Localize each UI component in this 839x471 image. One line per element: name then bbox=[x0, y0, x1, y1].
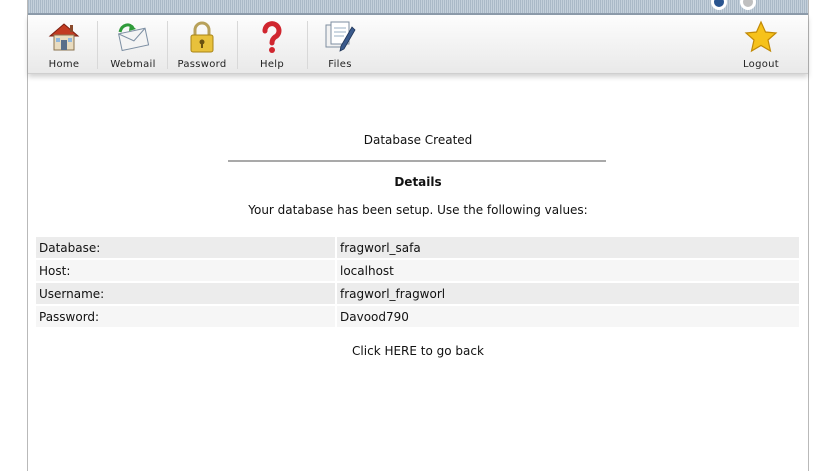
toolbar-webmail[interactable]: Webmail bbox=[102, 15, 164, 73]
toolbar-separator bbox=[237, 21, 238, 69]
status-dot-icon bbox=[740, 0, 756, 10]
row-key: Username: bbox=[36, 283, 337, 304]
page-title: Database Created bbox=[363, 133, 473, 147]
table-row: Host: localhost bbox=[36, 260, 799, 281]
row-key: Host: bbox=[36, 260, 337, 281]
database-values-table: Database: fragworl_safa Host: localhost … bbox=[36, 235, 799, 329]
toolbar-home-label: Home bbox=[48, 59, 80, 70]
toolbar-separator bbox=[167, 21, 168, 69]
intro-text: Your database has been setup. Use the fo… bbox=[248, 203, 588, 217]
table-row: Database: fragworl_safa bbox=[36, 237, 799, 258]
webmail-icon bbox=[118, 23, 150, 52]
toolbar-password[interactable]: Password bbox=[171, 15, 233, 73]
table-row: Username: fragworl_fragworl bbox=[36, 283, 799, 304]
home-icon bbox=[48, 23, 80, 51]
toolbar-separator bbox=[97, 21, 98, 69]
row-value: localhost bbox=[337, 260, 799, 281]
row-value: Davood790 bbox=[337, 306, 799, 327]
back-link-container: Click HERE to go back bbox=[28, 344, 808, 358]
toolbar-files-label: Files bbox=[328, 59, 352, 70]
padlock-icon bbox=[190, 21, 214, 53]
details-heading: Details bbox=[394, 175, 442, 189]
back-link[interactable]: Click HERE to go back bbox=[352, 344, 484, 358]
toolbar-help[interactable]: Help bbox=[241, 15, 303, 73]
question-mark-icon bbox=[262, 21, 282, 53]
row-key: Password: bbox=[36, 306, 337, 327]
table-row: Password: Davood790 bbox=[36, 306, 799, 327]
toolbar-home[interactable]: Home bbox=[33, 15, 95, 73]
toolbar-separator bbox=[307, 21, 308, 69]
row-key: Database: bbox=[36, 237, 337, 258]
files-icon bbox=[325, 21, 356, 52]
toolbar-help-label: Help bbox=[260, 59, 284, 70]
status-dot-icon bbox=[710, 0, 727, 10]
toolbar-logout-label: Logout bbox=[742, 59, 780, 70]
top-strip bbox=[28, 0, 808, 15]
toolbar-webmail-label: Webmail bbox=[110, 59, 156, 70]
toolbar-logout[interactable]: Logout bbox=[730, 15, 792, 73]
toolbar: Home Webmail Password Help Files Logout bbox=[28, 15, 808, 74]
star-icon bbox=[744, 20, 778, 53]
cpanel-frame: Home Webmail Password Help Files Logout … bbox=[27, 0, 809, 471]
toolbar-files[interactable]: Files bbox=[309, 15, 371, 73]
title-divider bbox=[228, 160, 606, 162]
row-value: fragworl_safa bbox=[337, 237, 799, 258]
row-value: fragworl_fragworl bbox=[337, 283, 799, 304]
toolbar-password-label: Password bbox=[177, 59, 227, 70]
